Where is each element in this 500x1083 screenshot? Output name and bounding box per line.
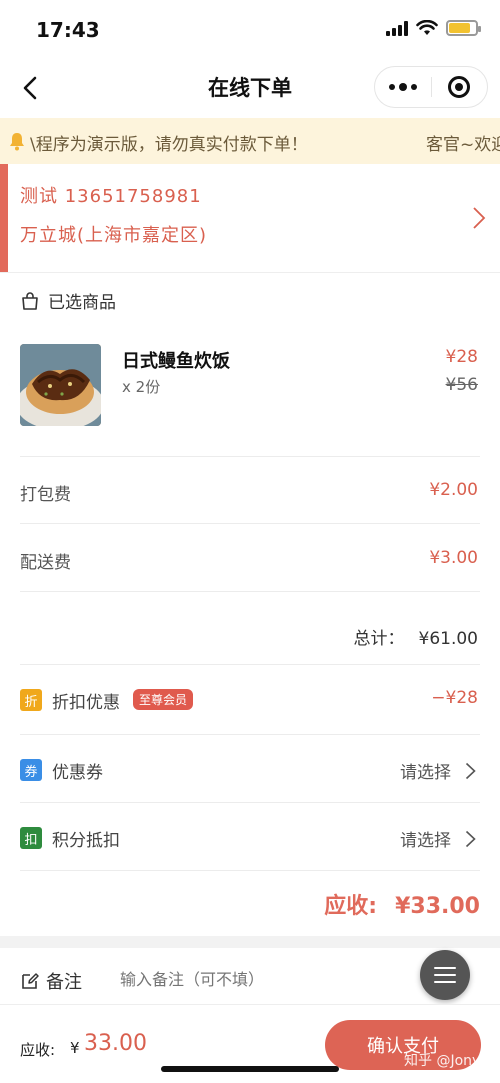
food-quantity: x 2份 [122, 378, 161, 396]
total-label: 总计： [353, 629, 405, 649]
home-indicator[interactable] [161, 1066, 339, 1072]
remark-label-group: 备注 [20, 968, 82, 994]
shopping-bag-icon [22, 291, 38, 310]
packing-fee-value: ¥2.00 [429, 480, 478, 500]
member-badge: 至尊会员 [133, 689, 194, 710]
status-icons [386, 20, 481, 36]
coupon-select[interactable]: 请选择 [400, 758, 476, 783]
section-gap [0, 936, 500, 948]
food-image [20, 344, 101, 426]
coupon-select-label: 请选择 [400, 763, 451, 783]
notice-text: \程序为演示版，请勿真实付款下单！ [30, 135, 308, 155]
amount-due-value: ¥33.00 [395, 894, 480, 919]
notice-text-scroll: 客官~欢迎 [426, 135, 500, 155]
wifi-icon [416, 20, 438, 35]
discount-value: −¥28 [431, 688, 478, 708]
section-title-label: 已选商品 [48, 293, 116, 313]
chevron-right-icon [465, 830, 476, 847]
points-select-label: 请选择 [400, 831, 451, 851]
food-price: ¥28 [445, 347, 478, 367]
delivery-fee-value: ¥3.00 [429, 548, 478, 568]
chevron-right-icon [465, 762, 476, 779]
miniprogram-capsule [374, 66, 488, 108]
chevron-right-icon [473, 207, 486, 229]
divider [20, 523, 480, 524]
nav-bar: 在线下单 [0, 60, 500, 116]
discount-label: 折扣优惠 [52, 693, 120, 713]
pay-label: 应收: [20, 1041, 56, 1059]
packing-fee-label: 打包费 [20, 485, 71, 505]
notice-banner: \程序为演示版，请勿真实付款下单！ 客官~欢迎 [0, 118, 500, 164]
close-target-icon[interactable] [432, 67, 487, 107]
edit-icon [22, 973, 39, 989]
bell-icon [10, 133, 24, 151]
battery-icon [446, 20, 481, 36]
remark-input[interactable] [120, 964, 400, 994]
divider [20, 664, 480, 665]
section-title: 已选商品 [20, 288, 116, 313]
points-select[interactable]: 请选择 [400, 826, 476, 851]
points-icon: 扣 [20, 827, 42, 849]
address-card[interactable]: 测试 13651758981 万立城(上海市嘉定区) [0, 164, 500, 272]
divider [20, 870, 480, 871]
remark-label: 备注 [46, 972, 82, 993]
status-time: 17:43 [36, 18, 100, 42]
divider [0, 272, 500, 273]
pay-currency: ¥ [70, 1039, 80, 1057]
more-dots-icon[interactable] [375, 67, 431, 107]
delivery-fee-label: 配送费 [20, 553, 71, 573]
food-name: 日式鳗鱼炊饭 [122, 351, 230, 372]
points-label: 积分抵扣 [52, 831, 120, 851]
amount-due: 应收: ¥33.00 [324, 888, 480, 920]
coupon-icon: 券 [20, 759, 42, 781]
address-accent-bar [0, 164, 8, 272]
address-contact: 测试 13651758981 [20, 186, 202, 207]
total-value: ¥61.00 [418, 629, 478, 649]
divider [20, 734, 480, 735]
divider [20, 591, 480, 592]
divider [20, 456, 480, 457]
pay-amount: 33.00 [84, 1031, 147, 1056]
divider [20, 802, 480, 803]
signal-icon [386, 20, 408, 36]
address-location: 万立城(上海市嘉定区) [20, 225, 208, 246]
floating-menu-icon[interactable] [420, 950, 470, 1000]
food-original-price: ¥56 [445, 375, 478, 395]
total-row: 总计： ¥61.00 [354, 624, 478, 649]
watermark: 知乎 @Jony [404, 1053, 481, 1069]
discount-icon: 折 [20, 689, 42, 711]
amount-due-label: 应收: [324, 894, 378, 919]
coupon-label: 优惠券 [52, 763, 103, 783]
status-bar: 17:43 [0, 0, 500, 60]
